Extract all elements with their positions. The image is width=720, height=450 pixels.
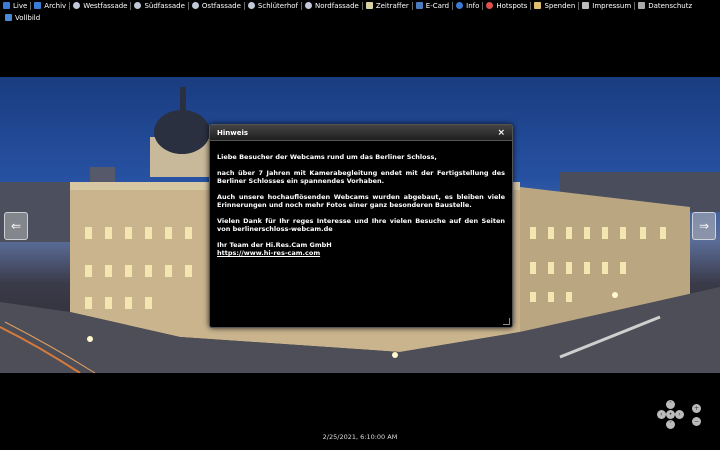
capture-timestamp: 2/25/2021, 6:10:00 AM	[322, 433, 398, 441]
dialog-paragraph: Liebe Besucher der Webcams rund um das B…	[217, 153, 437, 161]
dialog-body: Liebe Besucher der Webcams rund um das B…	[210, 141, 512, 257]
menu-vollbild[interactable]: Vollbild	[2, 12, 43, 23]
hotspots-icon	[486, 2, 494, 9]
fullscreen-icon	[5, 14, 12, 21]
menu-suedfassade[interactable]: Südfassade	[131, 0, 187, 11]
resize-handle[interactable]	[503, 318, 510, 325]
imprint-icon	[582, 2, 590, 9]
pan-up-button[interactable]: ˄	[666, 400, 675, 409]
menu-nordfassade[interactable]: Nordfassade	[302, 0, 362, 11]
menu-ecard[interactable]: E-Card	[413, 0, 452, 11]
pan-right-button[interactable]: ⇒	[692, 212, 716, 240]
timelapse-icon	[365, 2, 373, 9]
pan-left-small-button[interactable]: ‹	[657, 410, 666, 419]
top-menu: Live Archiv Westfassade Südfassade Ostfa…	[0, 0, 720, 11]
dialog-signature-block: Ihr Team der Hi.Res.Cam GmbH https://www…	[217, 241, 505, 257]
menu-spenden[interactable]: Spenden	[531, 0, 578, 11]
menu-schlueterhof[interactable]: Schlüterhof	[245, 0, 301, 11]
navigation-pad: ˄ ‹ • › ˅ + −	[657, 400, 707, 430]
menu-info[interactable]: Info	[453, 0, 482, 11]
menu-westfassade[interactable]: Westfassade	[70, 0, 130, 11]
donate-icon	[534, 2, 542, 9]
eye-icon	[305, 2, 313, 9]
pan-right-small-button[interactable]: ›	[675, 410, 684, 419]
dialog-paragraph: Vielen Dank für Ihr reges Interesse und …	[217, 217, 505, 233]
eye-icon	[134, 2, 142, 9]
notice-dialog: Hinweis × Liebe Besucher der Webcams run…	[209, 124, 513, 328]
ecard-icon	[415, 2, 423, 9]
menu-zeitraffer[interactable]: Zeitraffer	[363, 0, 412, 11]
info-icon	[456, 2, 464, 9]
dialog-title: Hinweis	[217, 128, 249, 137]
dialog-header: Hinweis ×	[210, 125, 512, 141]
dialog-paragraph: Auch unsere hochauflösenden Webcams wurd…	[217, 193, 505, 209]
menu-hotspots[interactable]: Hotspots	[483, 0, 530, 11]
menu-live[interactable]: Live	[0, 0, 30, 11]
eye-icon	[191, 2, 199, 9]
privacy-icon	[638, 2, 646, 9]
close-icon[interactable]: ×	[497, 128, 505, 138]
dialog-link[interactable]: https://www.hi-res-cam.com	[217, 249, 320, 257]
menu-datenschutz[interactable]: Datenschutz	[635, 0, 695, 11]
center-button[interactable]: •	[666, 410, 675, 419]
pan-left-button[interactable]: ⇐	[4, 212, 28, 240]
zoom-out-button[interactable]: −	[692, 417, 701, 426]
zoom-in-button[interactable]: +	[692, 404, 701, 413]
eye-icon	[73, 2, 81, 9]
menu-ostfassade[interactable]: Ostfassade	[189, 0, 244, 11]
menu-archiv[interactable]: Archiv	[31, 0, 69, 11]
eye-icon	[247, 2, 255, 9]
pan-down-button[interactable]: ˅	[666, 420, 675, 429]
archive-icon	[34, 2, 42, 9]
menu-impressum[interactable]: Impressum	[579, 0, 634, 11]
dialog-signature: Ihr Team der Hi.Res.Cam GmbH	[217, 241, 332, 249]
live-icon	[3, 2, 10, 9]
dialog-paragraph: nach über 7 Jahren mit Kamerabegleitung …	[217, 169, 505, 185]
